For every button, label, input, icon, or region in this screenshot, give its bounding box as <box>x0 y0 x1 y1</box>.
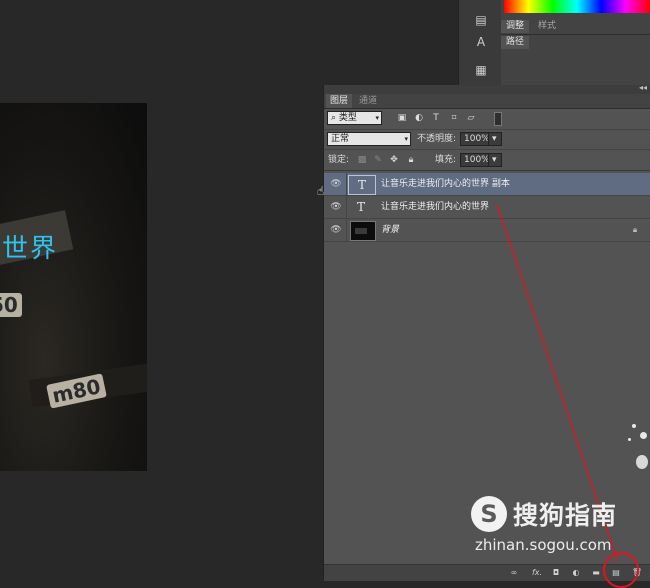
watermark: S 搜狗指南 zhinan.sogou.com <box>471 492 641 554</box>
watermark-brand: 搜狗指南 <box>513 501 618 530</box>
hand-cursor-icon: ☝ <box>317 184 325 198</box>
sparkle <box>632 424 636 428</box>
sparkle <box>636 455 648 469</box>
sparkle <box>640 432 647 439</box>
sogou-logo-icon: S <box>471 496 507 532</box>
annotation-circle <box>603 552 639 588</box>
watermark-url: zhinan.sogou.com <box>475 536 612 554</box>
sparkle <box>628 438 631 441</box>
